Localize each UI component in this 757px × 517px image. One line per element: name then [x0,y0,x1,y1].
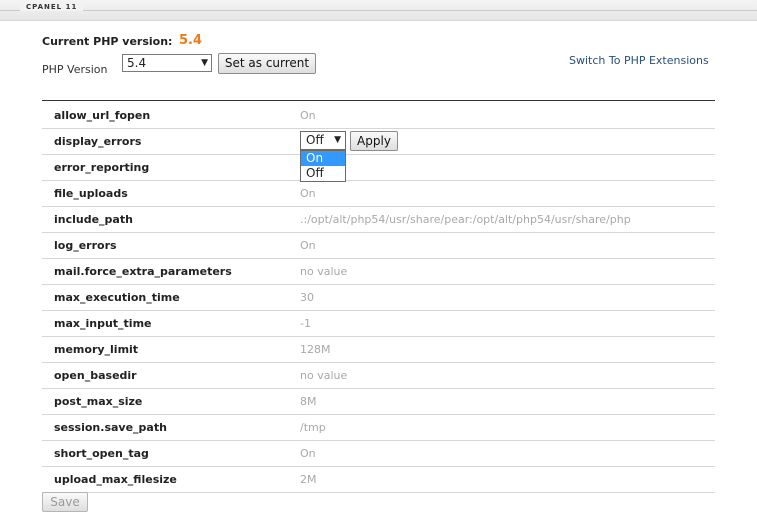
setting-name: max_input_time [54,317,152,330]
setting-value[interactable]: .:/opt/alt/php54/usr/share/pear:/opt/alt… [300,213,631,226]
display-errors-select[interactable]: Off ▼ [300,131,346,150]
set-as-current-button[interactable]: Set as current [218,53,316,74]
setting-name: error_reporting [54,161,150,174]
setting-name: mail.force_extra_parameters [54,265,232,278]
current-version-value: 5.4 [179,33,203,48]
setting-name: session.save_path [54,421,167,434]
apply-button[interactable]: Apply [350,131,398,151]
table-row: upload_max_filesize 2M [42,466,715,493]
setting-name: allow_url_fopen [54,109,151,122]
setting-value[interactable]: On [300,447,316,460]
php-version-label: PHP Version [42,63,108,76]
setting-name: upload_max_filesize [54,473,177,486]
table-row: session.save_path/tmp [42,414,715,441]
setting-name: include_path [54,213,133,226]
chevron-down-icon: ▼ [201,58,208,68]
setting-value[interactable]: 30 [300,291,314,304]
top-divider [0,10,757,11]
setting-value[interactable]: -1 [300,317,311,330]
table-row: memory_limit 128M [42,336,715,363]
switch-to-extensions-link[interactable]: Switch To PHP Extensions [569,54,709,67]
setting-value[interactable]: On [300,109,316,122]
setting-value[interactable]: /tmp [300,421,326,434]
setting-name: display_errors [54,135,142,148]
setting-name: open_basedir [54,369,137,382]
display-errors-select-value: Off [306,133,324,147]
chevron-down-icon: ▼ [334,135,341,145]
setting-value[interactable]: 2M [300,473,317,486]
display-errors-options: On Off [300,150,346,182]
setting-value[interactable]: no value [300,369,347,382]
current-version-label: Current PHP version: [42,35,173,48]
setting-name: short_open_tag [54,447,149,460]
table-row: file_uploads On [42,180,715,207]
setting-value[interactable]: On [300,239,316,252]
brand-label: CPANEL 11 [20,3,84,11]
setting-value[interactable]: 128M [300,343,331,356]
setting-name: post_max_size [54,395,143,408]
table-row: max_execution_time 30 [42,284,715,311]
table-top-rule [42,100,715,101]
setting-value[interactable]: On [300,187,316,200]
setting-name: file_uploads [54,187,128,200]
php-version-select[interactable]: 5.4 ▼ [122,54,212,72]
table-row: short_open_tag On [42,440,715,467]
table-row: max_input_time -1 [42,310,715,337]
setting-name: max_execution_time [54,291,180,304]
setting-value[interactable]: 8M [300,395,317,408]
table-row: include_path .:/opt/alt/php54/usr/share/p… [42,206,715,233]
setting-name: log_errors [54,239,117,252]
option-on[interactable]: On [301,151,345,166]
table-row: open_basedir no value [42,362,715,389]
setting-name: memory_limit [54,343,139,356]
top-bar: CPANEL 11 [0,0,757,21]
table-row: error_reporting [42,154,715,181]
table-row: log_errors On [42,232,715,259]
table-row: post_max_size 8M [42,388,715,415]
option-off[interactable]: Off [301,166,345,181]
table-row: allow_url_fopen On [42,102,715,129]
php-version-select-value: 5.4 [127,56,147,70]
setting-value[interactable]: no value [300,265,347,278]
save-button[interactable]: Save [42,492,88,512]
table-row: mail.force_extra_parameters no value [42,258,715,285]
